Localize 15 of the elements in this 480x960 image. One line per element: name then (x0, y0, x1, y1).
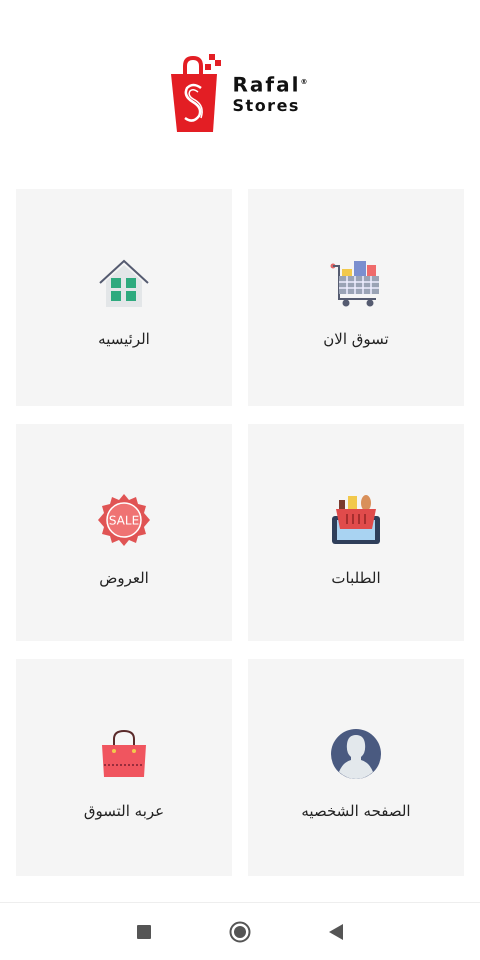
sale-badge-icon: SALE (98, 494, 150, 546)
menu-tile[interactable]: الطلبات (248, 424, 464, 641)
back-button[interactable] (329, 924, 343, 940)
menu-tile[interactable]: الصفحه الشخصيه (248, 659, 464, 876)
menu-tile[interactable]: عربه التسوق (16, 659, 232, 876)
user-avatar-icon (331, 729, 381, 779)
menu-tile[interactable]: تسوق الان (248, 189, 464, 406)
shopping-cart-icon (330, 259, 382, 307)
menu-tile[interactable]: الرئيسيه (16, 189, 232, 406)
logo-text: Stores (232, 96, 301, 116)
home-button[interactable] (229, 920, 251, 942)
house-icon (98, 259, 150, 307)
recents-button[interactable] (137, 924, 151, 938)
basket-on-tablet-icon (330, 494, 382, 546)
logo-text: Rafal$^{®}$ (232, 71, 310, 96)
